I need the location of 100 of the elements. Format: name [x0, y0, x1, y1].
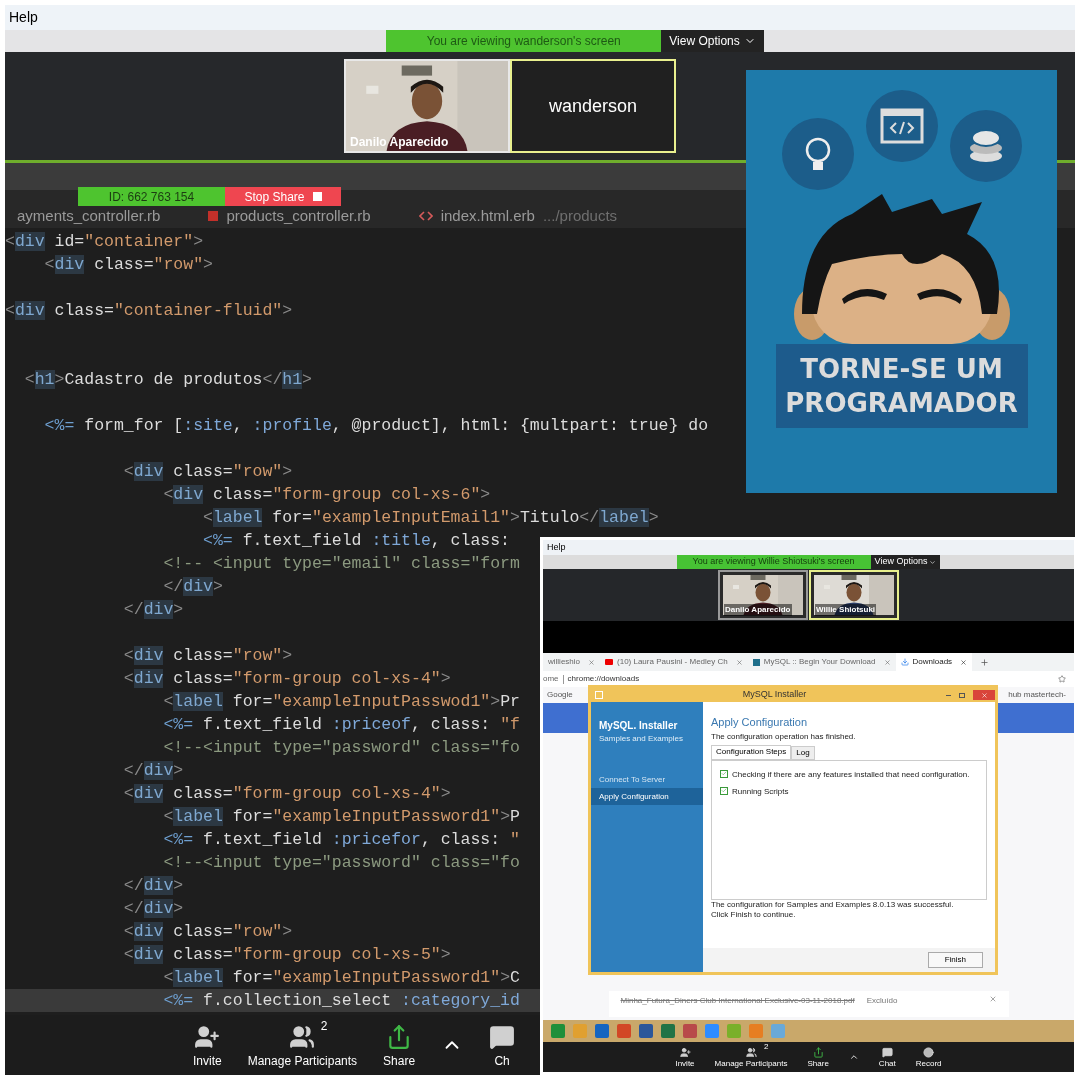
editor-tab[interactable]: index.html.erb .../products [406, 208, 630, 224]
share-toolbar-button[interactable]: Share [383, 1023, 416, 1067]
check-step-label: Running Scripts [732, 785, 789, 798]
close-icon[interactable] [735, 658, 743, 666]
share-banner: You are viewing wanderson's screen [386, 30, 662, 52]
code-line: <div class="row"> [122, 645, 293, 667]
code-brackets-icon [418, 211, 433, 221]
code-window-icon [865, 90, 938, 162]
editor-tab[interactable]: ayments_controller.rb [5, 208, 173, 224]
code-line: <div class="container-fluid"> [5, 300, 293, 322]
close-button[interactable] [973, 690, 995, 700]
code-line: </div> [122, 898, 184, 920]
menu-item[interactable]: Help [9, 7, 38, 28]
installer-brand: MySQL. Installer [598, 719, 679, 733]
code-line: </div> [162, 576, 223, 598]
add-user-icon [679, 1046, 691, 1058]
participant-name: Willie Shiotsuki [815, 604, 877, 616]
dialog-heading: Apply Configuration [711, 715, 808, 730]
invite-toolbar-button[interactable]: Invite [675, 1046, 695, 1068]
participant-name: Danilo Aparecido [724, 604, 792, 616]
headline-text: TORNE-SE UM [800, 353, 1003, 386]
finish-button[interactable]: Finish [927, 952, 983, 968]
close-icon[interactable] [883, 658, 891, 666]
chat-toolbar-button[interactable]: Chat [878, 1046, 896, 1068]
site-icon [752, 658, 760, 666]
code-line: <%= form_for [:site, :profile, @product], html: {multpart: true} do [43, 415, 709, 437]
app-window-icon [595, 691, 603, 699]
code-line: <%= f.text_field :priceof, class: "f [162, 714, 520, 736]
participant-name: wanderson [548, 94, 638, 118]
check-step-label: Checking if there are any features installed that need configuration. [732, 768, 970, 781]
stop-icon [312, 192, 322, 201]
code-line: <label for="exampleInputPassword1">C [162, 967, 520, 989]
code-line: <!-- <input type="email" class="form [162, 553, 520, 575]
chat-toolbar-button[interactable]: Ch [489, 1023, 516, 1067]
taskbar-app-icon[interactable] [661, 1024, 675, 1038]
code-line: <%= f.text_field :pricefor, class: " [162, 829, 520, 851]
browser-tab[interactable]: Downloads [895, 653, 973, 671]
taskbar-app-icon[interactable] [639, 1024, 653, 1038]
chat-icon [881, 1046, 893, 1058]
download-icon [900, 658, 909, 666]
share-icon [812, 1046, 824, 1058]
code-line: <h1>Cadastro de produtos</h1> [23, 369, 312, 391]
minimize-icon[interactable] [946, 694, 951, 696]
bookmark-link[interactable]: hub mastertech- [1008, 689, 1066, 701]
code-line: </div> [122, 875, 184, 897]
bookmark-link[interactable]: Google [547, 689, 573, 701]
taskbar-app-icon[interactable] [595, 1024, 609, 1038]
editor-tab[interactable]: products_controller.rb [196, 208, 383, 224]
menu-item[interactable]: Help [547, 540, 566, 555]
code-line: <div class="row"> [43, 254, 213, 276]
new-tab-icon[interactable] [980, 657, 990, 667]
code-line: <div class="form-group col-xs-6"> [162, 484, 491, 506]
bookmark-star-icon[interactable] [1058, 675, 1066, 683]
caret-icon[interactable] [848, 1052, 859, 1062]
users-icon [745, 1046, 757, 1058]
maximize-icon[interactable] [959, 692, 965, 698]
code-line: <!--<input type="password" class="fo [162, 852, 520, 874]
caret-icon [929, 558, 937, 566]
stop-share-button[interactable]: Stop Share [225, 187, 341, 206]
code-line: <!--<input type="password" class="fo [162, 737, 520, 759]
share-banner: You are viewing Willie Shiotsuki's screen [676, 555, 871, 569]
invite-toolbar-button[interactable]: Invite [193, 1023, 222, 1067]
dialog-tab[interactable]: Configuration Steps [711, 744, 792, 760]
address-field[interactable]: chrome://downloads [567, 673, 640, 685]
view-options-button[interactable]: View Options [661, 30, 764, 52]
share-toolbar-button[interactable]: Share [807, 1046, 829, 1068]
record-toolbar-button[interactable]: Record [915, 1046, 942, 1068]
code-line: </div> [122, 760, 184, 782]
dialog-tab[interactable]: Log [791, 745, 815, 760]
users-icon [289, 1023, 316, 1050]
installer-subtitle: Samples and Examples [598, 733, 685, 745]
installer-step: Connect To Server [591, 771, 703, 788]
record-icon [923, 1046, 935, 1058]
close-icon[interactable] [588, 658, 595, 666]
headline-text: PROGRAMADOR [785, 387, 1018, 420]
chat-icon [489, 1023, 516, 1050]
add-user-icon [194, 1023, 221, 1050]
video-site-icon [605, 659, 613, 665]
code-line: <%= f.collection_select :category_id [162, 990, 520, 1012]
code-line: <%= f.text_field :title, class: [202, 530, 511, 552]
browser-tab[interactable]: willieshio [543, 653, 600, 671]
participant-name: Danilo Aparecido [350, 134, 449, 151]
code-line: <div class="form-group col-xs-4"> [122, 668, 451, 690]
taskbar-app-icon[interactable] [551, 1024, 565, 1038]
code-line: <div class="form-group col-xs-4"> [122, 783, 451, 805]
installer-step: Apply Configuration [591, 788, 703, 805]
browser-tab[interactable]: MySQL :: Begin Your Download [747, 653, 896, 671]
code-line: <div class="row"> [122, 921, 293, 943]
taskbar-app-icon[interactable] [683, 1024, 697, 1038]
dialog-message: The configuration operation has finished. [711, 730, 857, 743]
taskbar-app-icon[interactable] [617, 1024, 631, 1038]
view-options-button[interactable]: View Options [870, 555, 941, 569]
close-icon[interactable] [988, 995, 997, 1003]
coin-stack-icon [949, 110, 1022, 182]
browser-tab[interactable]: (10) Laura Pausini - Medley Ch [600, 653, 748, 671]
close-icon[interactable] [960, 658, 968, 666]
code-line: <label for="exampleInputEmail1">Titulo</label> [202, 507, 659, 529]
code-line: <label for="exampleInputPasswod1">Pr [162, 691, 520, 713]
meeting-id-badge: ID: 662 763 154 [78, 187, 225, 206]
code-line: <div class="row"> [122, 461, 293, 483]
